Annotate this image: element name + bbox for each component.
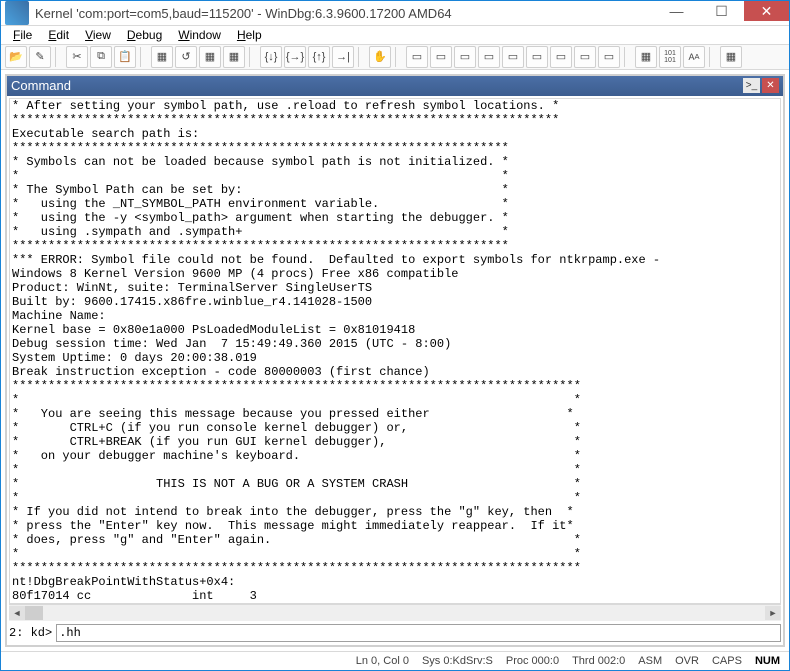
break-icon[interactable]: ▦ — [223, 46, 245, 68]
open-icon[interactable]: 📂 — [5, 46, 27, 68]
app-icon — [5, 1, 29, 25]
paste-icon[interactable]: 📋 — [114, 46, 136, 68]
step-out-icon[interactable]: {↑} — [308, 46, 330, 68]
command-output[interactable]: * After setting your symbol path, use .r… — [9, 98, 781, 604]
menu-window[interactable]: Window — [170, 26, 229, 44]
step-into-icon[interactable]: {↓} — [260, 46, 282, 68]
separator — [624, 47, 631, 67]
processes-window-icon[interactable]: ▭ — [598, 46, 620, 68]
toolbar: 📂 ✎ ✂ ⧉ 📋 ▦ ↺ ▦ ▦ {↓} {→} {↑} →| ✋ ▭ ▭ ▭… — [1, 45, 789, 69]
prompt-label: 2: kd> — [9, 626, 52, 640]
separator — [395, 47, 402, 67]
statusbar: Ln 0, Col 0 Sys 0:KdSrv:S Proc 000:0 Thr… — [1, 651, 789, 670]
locals-window-icon[interactable]: ▭ — [454, 46, 476, 68]
panel-header: Command >_ ✕ — [7, 76, 783, 96]
status-num: NUM — [749, 655, 787, 667]
window-list-icon[interactable]: ▦ — [720, 46, 742, 68]
status-lncol: Ln 0, Col 0 — [350, 655, 416, 667]
registers-window-icon[interactable]: ▭ — [478, 46, 500, 68]
panel-close-icon[interactable]: ✕ — [762, 78, 779, 93]
run-to-cursor-icon[interactable]: →| — [332, 46, 354, 68]
command-prompt-row: 2: kd> — [9, 623, 781, 643]
titlebar: Kernel 'com:port=com5,baud=115200' - Win… — [1, 1, 789, 26]
step-over-icon[interactable]: {→} — [284, 46, 306, 68]
source-mode-icon[interactable]: ✋ — [369, 46, 391, 68]
menu-edit[interactable]: Edit — [40, 26, 77, 44]
copy-icon[interactable]: ⧉ — [90, 46, 112, 68]
font-icon[interactable]: AA — [683, 46, 705, 68]
status-caps: CAPS — [706, 655, 749, 667]
maximize-button[interactable]: ☐ — [699, 1, 744, 21]
scroll-right-icon[interactable]: ► — [765, 606, 781, 620]
main-window: Kernel 'com:port=com5,baud=115200' - Win… — [0, 0, 790, 671]
memory-window-icon[interactable]: ▭ — [502, 46, 524, 68]
binary-icon[interactable]: 101101 — [659, 46, 681, 68]
menu-file[interactable]: File — [5, 26, 40, 44]
calls-window-icon[interactable]: ▭ — [526, 46, 548, 68]
separator — [140, 47, 147, 67]
separator — [358, 47, 365, 67]
minimize-button[interactable]: — — [654, 1, 699, 21]
watch-window-icon[interactable]: ▭ — [430, 46, 452, 68]
go-icon[interactable]: ▦ — [151, 46, 173, 68]
status-asm: ASM — [632, 655, 669, 667]
scratch-window-icon[interactable]: ▭ — [574, 46, 596, 68]
stop-icon[interactable]: ▦ — [199, 46, 221, 68]
scroll-left-icon[interactable]: ◄ — [9, 606, 25, 620]
close-button[interactable]: ✕ — [744, 1, 789, 21]
menu-help[interactable]: Help — [229, 26, 270, 44]
separator — [249, 47, 256, 67]
menu-view[interactable]: View — [77, 26, 119, 44]
status-thrd: Thrd 002:0 — [566, 655, 632, 667]
menu-debug[interactable]: Debug — [119, 26, 170, 44]
separator — [55, 47, 62, 67]
panel-title: Command — [11, 78, 71, 93]
panel-menu-icon[interactable]: >_ — [743, 78, 760, 93]
window-title: Kernel 'com:port=com5,baud=115200' - Win… — [33, 6, 654, 21]
horizontal-scrollbar[interactable]: ◄ ► — [9, 604, 781, 621]
options-icon[interactable]: ▦ — [635, 46, 657, 68]
restart-icon[interactable]: ↺ — [175, 46, 197, 68]
save-icon[interactable]: ✎ — [29, 46, 51, 68]
disasm-window-icon[interactable]: ▭ — [550, 46, 572, 68]
command-window-icon[interactable]: ▭ — [406, 46, 428, 68]
menubar: File Edit View Debug Window Help — [1, 26, 789, 45]
separator — [709, 47, 716, 67]
status-ovr: OVR — [669, 655, 706, 667]
command-input[interactable] — [56, 624, 781, 642]
scroll-track[interactable] — [25, 606, 765, 620]
scroll-thumb[interactable] — [25, 606, 43, 620]
status-sys: Sys 0:KdSrv:S — [416, 655, 500, 667]
command-panel: Command >_ ✕ * After setting your symbol… — [5, 74, 785, 647]
status-proc: Proc 000:0 — [500, 655, 566, 667]
cut-icon[interactable]: ✂ — [66, 46, 88, 68]
